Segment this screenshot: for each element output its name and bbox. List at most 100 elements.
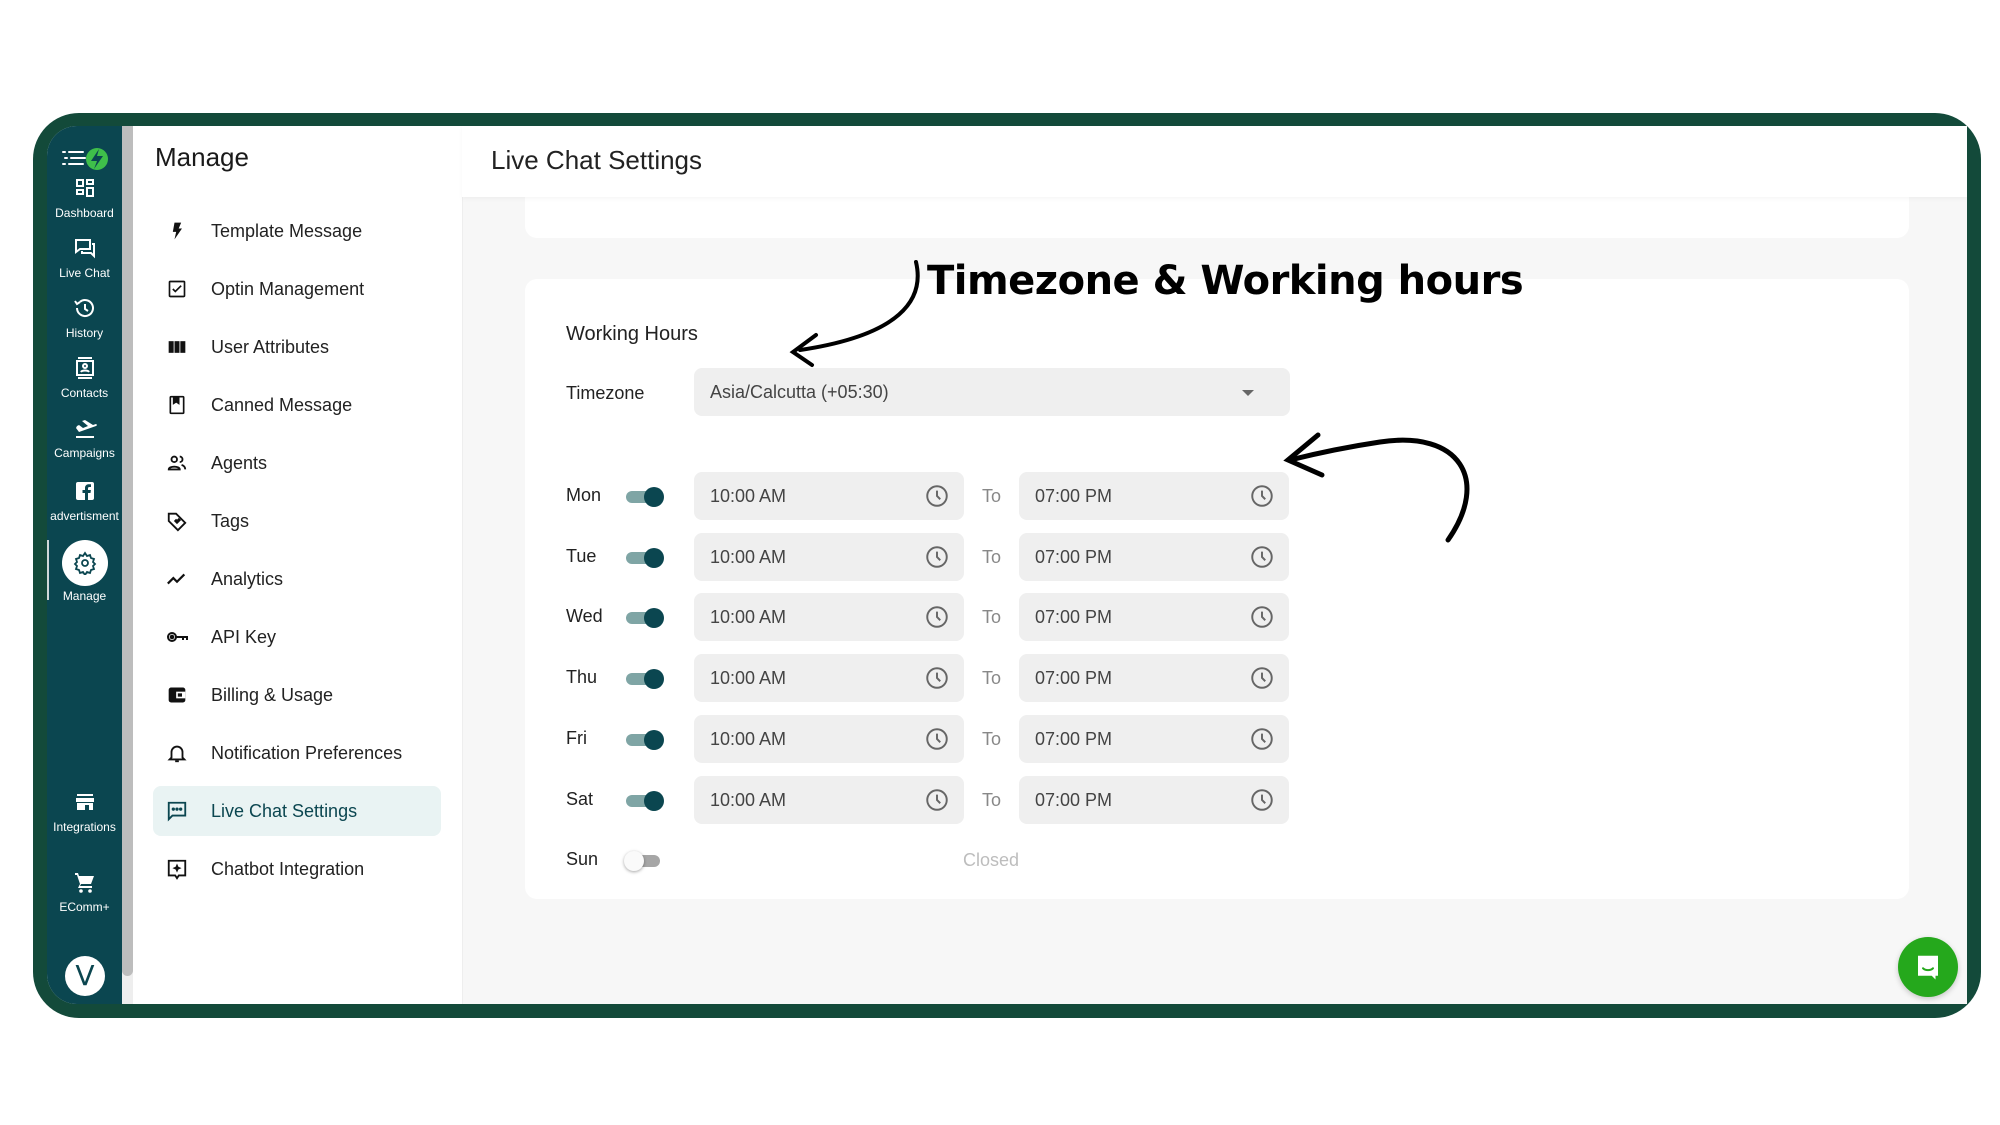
clock-icon[interactable] — [924, 483, 950, 509]
app-logo-icon[interactable] — [57, 144, 113, 174]
day-enabled-toggle[interactable] — [624, 790, 664, 811]
timezone-select[interactable]: Asia/Calcutta (+05:30) — [694, 368, 1290, 416]
rail-label: Integrations — [53, 820, 116, 834]
closed-label: Closed — [963, 850, 1020, 871]
facebook-icon — [75, 482, 94, 500]
tag-icon — [165, 509, 189, 533]
manage-active-badge — [61, 540, 108, 586]
rail-label: Campaigns — [54, 446, 115, 460]
day-enabled-toggle[interactable] — [624, 547, 664, 568]
menu-item-label: API Key — [211, 626, 277, 647]
rail-item-ecomm[interactable]: EComm+ — [47, 870, 122, 914]
rail-label: advertisment — [50, 509, 119, 523]
menu-item-tags[interactable]: Tags — [153, 496, 441, 546]
rail-item-campaigns[interactable]: Campaigns — [47, 416, 122, 460]
menu-item-agents[interactable]: Agents — [153, 438, 441, 488]
open-time-input[interactable]: 10:00 AM — [694, 714, 964, 763]
clock-icon[interactable] — [1249, 483, 1275, 509]
clock-icon[interactable] — [1249, 787, 1275, 813]
day-label: Mon — [566, 485, 602, 505]
menu-item-label: Canned Message — [211, 394, 353, 415]
page-header: Live Chat Settings — [462, 126, 1967, 197]
clock-icon[interactable] — [1249, 726, 1275, 752]
menu-item-notification-preferences[interactable]: Notification Preferences — [153, 728, 441, 778]
day-enabled-toggle[interactable] — [624, 487, 664, 507]
clock-icon[interactable] — [1249, 665, 1275, 691]
close-time-input[interactable]: 07:00 PM — [1019, 472, 1289, 520]
rail-item-advertisment[interactable]: advertisment — [47, 479, 122, 523]
wallet-icon — [165, 683, 189, 707]
toggle-knob — [644, 487, 664, 507]
rail-item-manage[interactable]: Manage — [47, 540, 122, 603]
dashboard-icon — [75, 179, 94, 197]
page-title: Live Chat Settings — [491, 145, 703, 175]
clock-icon[interactable] — [1249, 544, 1275, 570]
open-time-value: 10:00 AM — [710, 607, 787, 628]
menu-item-label: Analytics — [211, 568, 284, 589]
user-avatar[interactable]: V — [65, 956, 105, 996]
close-time-input[interactable]: 07:00 PM — [1019, 775, 1289, 824]
day-enabled-toggle[interactable] — [624, 608, 664, 629]
close-time-input[interactable]: 07:00 PM — [1019, 532, 1289, 581]
menu-item-user-attributes[interactable]: User Attributes — [153, 322, 441, 372]
day-label: Sun — [566, 849, 599, 870]
people-icon — [165, 451, 189, 475]
scrollbar[interactable] — [122, 126, 133, 1004]
close-time-input[interactable]: 07:00 PM — [1019, 654, 1289, 703]
menu-item-canned-message[interactable]: Canned Message — [153, 380, 441, 430]
to-label: To — [982, 789, 1002, 810]
clock-icon[interactable] — [1249, 604, 1275, 630]
open-time-value: 10:00 AM — [710, 546, 787, 567]
day-label: Thu — [566, 667, 598, 688]
day-row-wed: Wed 10:00 AM To 07:00 PM — [525, 593, 1909, 642]
day-enabled-toggle[interactable] — [624, 851, 664, 872]
close-time-value: 07:00 PM — [1035, 789, 1113, 810]
scrollbar-thumb[interactable] — [122, 126, 133, 976]
open-time-input[interactable]: 10:00 AM — [694, 593, 964, 642]
rail-label: EComm+ — [59, 900, 110, 914]
toggle-knob — [644, 547, 664, 568]
rail-item-integrations[interactable]: Integrations — [47, 790, 122, 834]
menu-item-template-message[interactable]: Template Message — [153, 206, 441, 256]
chat-smile-icon — [1918, 955, 1938, 980]
open-time-input[interactable]: 10:00 AM — [694, 775, 964, 824]
chat-bubble-icon — [165, 799, 189, 823]
rail-item-live-chat[interactable]: Live Chat — [47, 236, 122, 280]
open-time-input[interactable]: 10:00 AM — [694, 654, 964, 703]
close-time-input[interactable]: 07:00 PM — [1019, 593, 1289, 642]
store-icon — [75, 794, 94, 810]
open-time-input[interactable]: 10:00 AM — [694, 472, 964, 520]
clock-icon[interactable] — [924, 544, 950, 570]
close-time-value: 07:00 PM — [1035, 546, 1113, 567]
toggle-knob — [644, 669, 664, 690]
toggle-knob — [644, 729, 664, 750]
menu-item-live-chat-settings[interactable]: Live Chat Settings — [153, 786, 441, 836]
rail-item-contacts[interactable]: Contacts — [47, 356, 122, 400]
menu-item-label: Chatbot Integration — [211, 858, 365, 879]
chat-widget-button[interactable] — [1898, 937, 1958, 997]
clock-icon[interactable] — [924, 665, 950, 691]
clock-icon[interactable] — [924, 787, 950, 813]
rail-item-history[interactable]: History — [47, 296, 122, 340]
clock-icon[interactable] — [924, 726, 950, 752]
menu-item-analytics[interactable]: Analytics — [153, 554, 441, 604]
working-hours-title: Working Hours — [566, 323, 698, 345]
menu-item-chatbot-integration[interactable]: Chatbot Integration — [153, 844, 441, 894]
rail-item-dashboard[interactable]: Dashboard — [47, 176, 122, 220]
day-enabled-toggle[interactable] — [624, 729, 664, 750]
close-time-input[interactable]: 07:00 PM — [1019, 714, 1289, 763]
toggle-knob — [624, 851, 644, 872]
chatbot-icon — [165, 857, 189, 881]
menu-item-api-key[interactable]: API Key — [153, 612, 441, 662]
menu-item-optin-management[interactable]: Optin Management — [153, 264, 441, 314]
history-icon — [73, 299, 94, 317]
day-enabled-toggle[interactable] — [624, 669, 664, 690]
day-row-sun: Sun Closed — [525, 836, 1909, 884]
rail-label: History — [65, 326, 104, 340]
day-row-thu: Thu 10:00 AM To 07:00 PM — [525, 654, 1909, 703]
open-time-input[interactable]: 10:00 AM — [694, 532, 964, 581]
menu-item-billing-usage[interactable]: Billing & Usage — [153, 670, 441, 720]
toggle-knob — [644, 790, 664, 811]
day-row-tue: Tue 10:00 AM To 07:00 PM — [525, 532, 1909, 581]
clock-icon[interactable] — [924, 604, 950, 630]
